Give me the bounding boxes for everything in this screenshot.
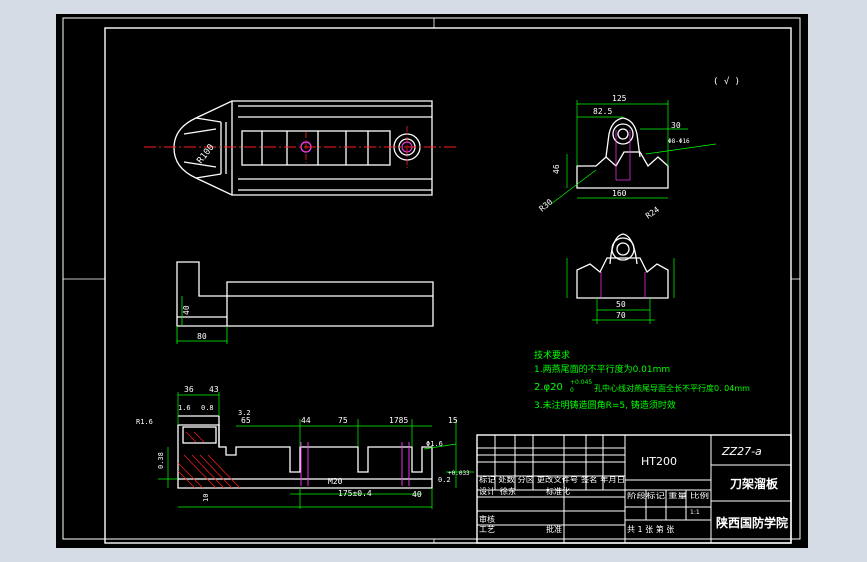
svg-text:批准: 批准 <box>546 524 562 534</box>
cad-viewport[interactable]: R100 80 40 125 82.5 30 46 R30 R24 160 Φ8… <box>0 0 867 562</box>
part-name: 刀架溜板 <box>730 476 779 491</box>
school-name: 陕西国防学院 <box>716 515 788 530</box>
svg-text:50: 50 <box>616 300 626 309</box>
svg-text:44: 44 <box>301 416 311 425</box>
svg-text:75: 75 <box>338 416 348 425</box>
notes-line2-tol-upper: +0.045 <box>570 379 592 386</box>
bottom-view: 36 43 1.6 0.8 R1.6 3.2 65 44 75 1785 15 … <box>136 385 474 509</box>
svg-text:R24: R24 <box>644 205 661 221</box>
svg-text:Φ1.6: Φ1.6 <box>426 440 443 448</box>
svg-text:标准化: 标准化 <box>546 486 570 496</box>
section-upper: 125 82.5 30 46 R30 R24 160 Φ8-Φ16 <box>538 94 717 221</box>
stage-header: 阶段标记 重量 比例 <box>627 491 709 500</box>
svg-text:设计: 设计 <box>479 486 495 496</box>
title-block: HT200 ZZ27-a 刀架溜板 陕西国防学院 标记 处数 分区 更改文件号 … <box>476 434 792 544</box>
section-lower: 50 70 <box>566 233 675 324</box>
side-view <box>176 261 434 327</box>
svg-text:175±0.4: 175±0.4 <box>338 489 372 498</box>
svg-text:30: 30 <box>671 121 681 130</box>
svg-text:40: 40 <box>412 490 422 499</box>
designer-name: 徐东 <box>500 486 516 496</box>
svg-text:15: 15 <box>448 416 458 425</box>
svg-text:0.8: 0.8 <box>201 404 214 412</box>
svg-text:65: 65 <box>241 416 251 425</box>
notes-line1: 1.两燕尾面的不平行度为0.01mm <box>534 363 670 375</box>
svg-text:R1.6: R1.6 <box>136 418 153 426</box>
svg-text:0.2: 0.2 <box>438 476 451 484</box>
svg-text:125: 125 <box>612 94 627 103</box>
technical-notes: 技术要求 1.两燕尾面的不平行度为0.01mm 2.φ20 +0.045 0 孔… <box>534 349 750 411</box>
notes-line3: 3.未注明铸造圆角R=5, 铸造须时效 <box>534 399 676 411</box>
svg-text:36: 36 <box>184 385 194 394</box>
radius-dim: R100 <box>195 143 216 166</box>
notes-line2a: 2.φ20 <box>534 382 563 393</box>
svg-text:70: 70 <box>616 311 626 320</box>
material-label: HT200 <box>641 455 677 468</box>
drawing-canvas[interactable]: R100 80 40 125 82.5 30 46 R30 R24 160 Φ8… <box>56 14 808 548</box>
sheet-count: 共 1 张 第 张 <box>627 524 674 534</box>
svg-text:1785: 1785 <box>389 416 408 425</box>
inner-frame <box>104 27 792 544</box>
roughness-symbol: ( √ ) <box>713 76 740 87</box>
svg-text:审核: 审核 <box>479 514 495 524</box>
svg-text:160: 160 <box>612 189 627 198</box>
svg-text:工艺: 工艺 <box>479 525 495 534</box>
drawing-number: ZZ27-a <box>721 445 762 458</box>
svg-text:46: 46 <box>552 164 561 174</box>
svg-text:1.6: 1.6 <box>178 404 191 412</box>
side-dim-80: 80 <box>197 332 207 341</box>
svg-text:R30: R30 <box>538 197 555 213</box>
side-dim-40: 40 <box>182 305 191 315</box>
drawing-svg: R100 80 40 125 82.5 30 46 R30 R24 160 Φ8… <box>62 17 801 544</box>
notes-line2-tol-lower: 0 <box>570 387 574 394</box>
svg-text:Φ8-Φ16: Φ8-Φ16 <box>668 138 690 145</box>
svg-text:0.38: 0.38 <box>157 452 165 469</box>
notes-heading: 技术要求 <box>534 349 570 361</box>
notes-line2b: 孔中心线对燕尾导面全长不平行度0. 04mm <box>594 383 750 393</box>
svg-text:M20: M20 <box>328 477 343 486</box>
svg-text:43: 43 <box>209 385 219 394</box>
svg-text:+0.033: +0.033 <box>448 470 470 477</box>
tb-header-left: 标记 处数 分区 更改文件号 签名 年月日 <box>479 475 625 484</box>
svg-text:10: 10 <box>202 494 210 502</box>
svg-text:1:1: 1:1 <box>690 509 700 516</box>
svg-text:82.5: 82.5 <box>593 107 612 116</box>
